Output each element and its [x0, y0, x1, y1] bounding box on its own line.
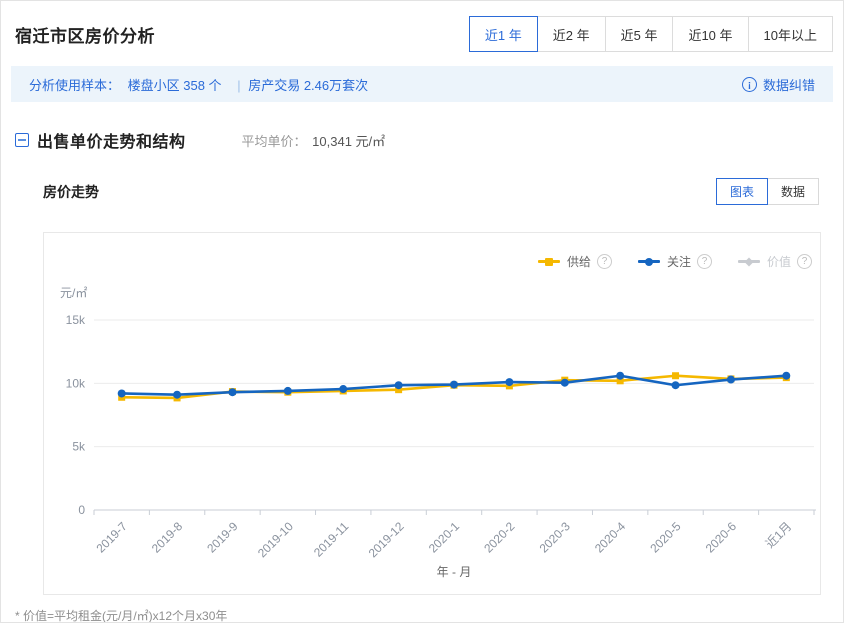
- average-price: 平均单价： 10,341 元/㎡: [242, 131, 386, 150]
- tab-10-year[interactable]: 近10 年: [672, 16, 749, 52]
- svg-text:2020-2: 2020-2: [481, 519, 518, 556]
- legend-label-attention: 关注: [666, 255, 691, 269]
- svg-text:0: 0: [78, 503, 85, 517]
- data-correction-link[interactable]: ! 数据纠错: [741, 75, 815, 94]
- divider: |: [237, 77, 241, 93]
- legend-label-value: 价值: [766, 255, 791, 269]
- chart-title-row: 房价走势 图表 数据: [43, 178, 819, 205]
- value-line-marker: [737, 256, 760, 267]
- svg-text:2020-1: 2020-1: [426, 519, 463, 556]
- toggle-chart-view[interactable]: 图表: [715, 178, 768, 205]
- circle-marker-icon: [644, 257, 653, 266]
- attention-line-marker: [637, 257, 660, 266]
- diamond-marker-icon: [744, 256, 754, 267]
- exclamation-circle-icon: !: [741, 76, 757, 92]
- tab-5-year[interactable]: 近5 年: [604, 16, 674, 52]
- svg-text:2020-5: 2020-5: [647, 519, 684, 556]
- chart-legend: 供给 ? 关注 ? 价值 ?: [512, 253, 812, 270]
- svg-text:2020-3: 2020-3: [537, 519, 574, 556]
- help-circle-icon[interactable]: ?: [696, 254, 712, 269]
- page-title: 宿迁市区房价分析: [15, 26, 155, 46]
- sample-info-text: 分析使用样本： 楼盘小区 358 个 | 房产交易 2.46万套次: [29, 75, 372, 94]
- page-header: 宿迁市区房价分析 近1 年 近2 年 近5 年 近10 年 10年以上: [1, 1, 843, 52]
- toggle-data-view[interactable]: 数据: [766, 178, 819, 205]
- collapse-minus-icon[interactable]: [15, 133, 29, 147]
- svg-text:2019-7: 2019-7: [93, 519, 130, 556]
- svg-text:2020-4: 2020-4: [592, 519, 629, 556]
- svg-text:近1月: 近1月: [763, 519, 795, 551]
- square-marker-icon: [544, 257, 553, 266]
- average-price-value: 10,341 元/㎡: [312, 133, 386, 149]
- time-range-tabs: 近1 年 近2 年 近5 年 近10 年 10年以上: [468, 16, 833, 52]
- value-definition-footnote: * 价值=平均租金(元/月/㎡)x12个月x30年: [15, 609, 228, 623]
- supply-line-marker: [537, 257, 560, 266]
- legend-label-supply: 供给: [566, 255, 591, 269]
- tab-2-year[interactable]: 近2 年: [536, 16, 606, 52]
- svg-text:2019-9: 2019-9: [204, 519, 241, 556]
- sample-label: 分析使用样本：: [29, 77, 121, 93]
- sample-info-bar: 分析使用样本： 楼盘小区 358 个 | 房产交易 2.46万套次 ! 数据纠错: [11, 66, 833, 102]
- section-title: 出售单价走势和结构: [37, 134, 186, 151]
- legend-item-value[interactable]: 价值 ?: [737, 253, 812, 270]
- legend-item-supply[interactable]: 供给 ?: [537, 253, 612, 270]
- svg-text:2019-11: 2019-11: [311, 519, 352, 560]
- svg-text:2019-8: 2019-8: [149, 519, 186, 556]
- price-trend-chart-card: 供给 ? 关注 ? 价值 ? 0 5k 10k 15k 2019-7 2019-8 2019…: [43, 232, 821, 595]
- svg-text:年 - 月: 年 - 月: [437, 565, 472, 579]
- svg-text:15k: 15k: [66, 313, 86, 327]
- help-circle-icon[interactable]: ?: [797, 254, 812, 269]
- sample-buildings: 楼盘小区 358 个: [127, 77, 222, 93]
- data-correction-label: 数据纠错: [762, 77, 815, 93]
- svg-text:5k: 5k: [72, 440, 86, 454]
- sample-deals: 房产交易 2.46万套次: [248, 77, 369, 93]
- help-circle-icon[interactable]: ?: [596, 254, 612, 269]
- svg-text:元/㎡: 元/㎡: [60, 286, 87, 300]
- average-price-label: 平均单价：: [241, 133, 307, 149]
- legend-item-attention[interactable]: 关注 ?: [637, 253, 712, 270]
- svg-text:2020-6: 2020-6: [703, 519, 740, 556]
- page-root: 宿迁市区房价分析 近1 年 近2 年 近5 年 近10 年 10年以上 分析使用…: [0, 0, 844, 623]
- tab-over-10-year[interactable]: 10年以上: [747, 16, 833, 52]
- tab-1-year[interactable]: 近1 年: [468, 16, 538, 52]
- chart-view-toggle: 图表 数据: [715, 178, 819, 205]
- price-trend-chart: 0 5k 10k 15k 2019-7 2019-8 2019-9 2019-10 2019-1…: [60, 286, 816, 579]
- svg-text:2019-12: 2019-12: [366, 519, 407, 560]
- svg-text:10k: 10k: [66, 376, 86, 390]
- section-header: 出售单价走势和结构 平均单价： 10,341 元/㎡: [1, 102, 843, 152]
- svg-text:2019-10: 2019-10: [255, 519, 296, 560]
- chart-title: 房价走势: [43, 183, 99, 200]
